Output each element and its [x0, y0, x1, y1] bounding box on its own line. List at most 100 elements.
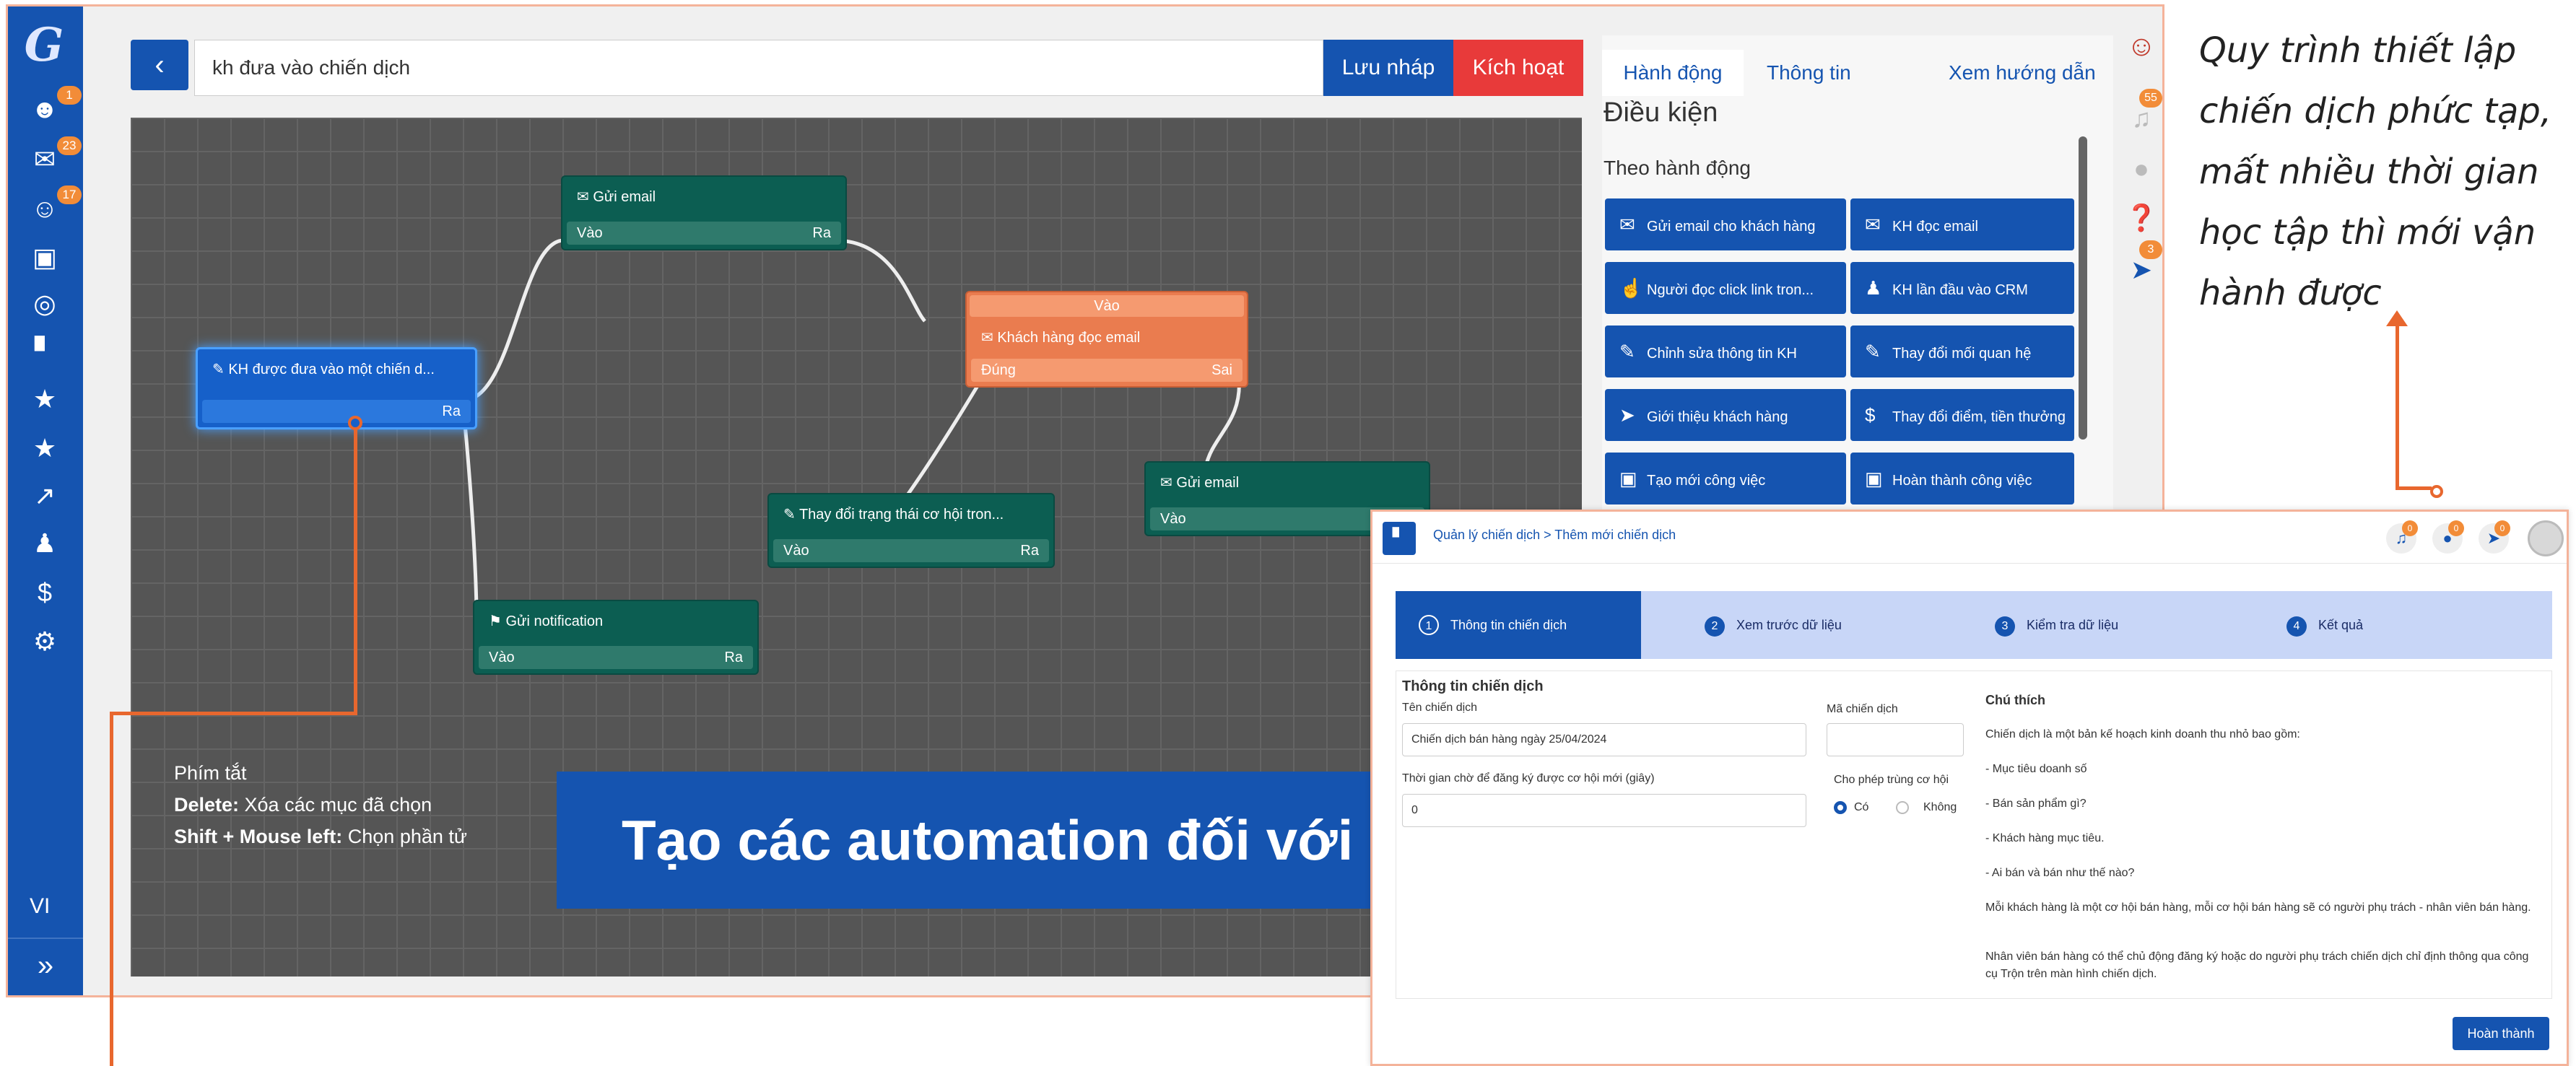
action-click-link[interactable]: ☝ Người đọc click link tron... [1605, 262, 1846, 314]
note-line: Chiến dịch là một bản kế hoạch kinh doan… [1985, 728, 2300, 740]
wait-time-field[interactable]: 0 [1402, 794, 1806, 827]
annotation-pointer-line [110, 712, 357, 715]
annotation-text: Quy trình thiết lập chiến dịch phức tạp,… [2199, 30, 2552, 313]
sidebar-user-icon[interactable]: ☻ 1 [27, 86, 82, 125]
action-refer-customer[interactable]: ➤ Giới thiệu khách hàng [1605, 389, 1846, 441]
badge: 0 [2448, 520, 2464, 536]
annotation-pointer-line [110, 712, 113, 1066]
connector-email-read [834, 238, 926, 323]
wait-label: Thời gian chờ để đăng ký được cơ hội mới… [1402, 772, 1655, 785]
chat-icon[interactable]: ● [2123, 151, 2159, 187]
node-send-email-1[interactable]: ✉ Gửi email Vào Ra [561, 175, 847, 250]
sidebar-dollar-icon[interactable]: $ [27, 577, 63, 608]
sidebar-facebook-icon[interactable]: ▣ [27, 242, 63, 274]
sidebar-users-icon[interactable]: ☺ 17 [27, 185, 82, 224]
campaign-code-field[interactable] [1827, 723, 1964, 756]
sidebar: G ☻ 1 ✉ 23 ☺ 17 ▣ ◎ ▘ ★ ★ ↗ ♟ $ ⚙ VI » [8, 6, 83, 995]
code-label: Mã chiến dịch [1827, 703, 1898, 715]
annotation-pointer-line [2396, 486, 2432, 490]
campaign-name-input[interactable]: kh đưa vào chiến dịch [194, 40, 1323, 96]
radio-yes[interactable] [1834, 801, 1847, 814]
action-edit-customer[interactable]: ✎ Chỉnh sửa thông tin KH [1605, 326, 1846, 377]
action-read-email[interactable]: ✉ KH đọc email [1850, 198, 2074, 250]
sidebar-cart-icon[interactable]: ▘ [27, 336, 63, 367]
tab-guide[interactable]: Xem hướng dẫn [1949, 50, 2096, 96]
sidebar-gear-icon[interactable]: ⚙ [27, 626, 63, 657]
radio-no[interactable] [1896, 801, 1909, 814]
finish-button[interactable]: Hoàn thành [2453, 1017, 2549, 1050]
cursor-icon: ➤ [1619, 404, 1635, 426]
node-change-status[interactable]: ✎ Thay đổi trạng thái cơ hội tron... Vào… [767, 493, 1055, 568]
action-new-task[interactable]: ▣ Tạo mới công việc [1605, 453, 1846, 504]
panel-title: Điều kiện [1604, 97, 1718, 128]
pointer-icon: ☝ [1619, 277, 1643, 299]
node-ports: Vào Ra [773, 539, 1049, 562]
sidebar-badge: 23 [57, 136, 82, 155]
help-icon[interactable]: ❓ [2123, 200, 2159, 236]
step-check-data[interactable]: 3 Kiểm tra dữ liệu [1995, 591, 2118, 659]
language-switch[interactable]: VI [30, 894, 50, 919]
node-title: ✎ Thay đổi trạng thái cơ hội tron... [783, 507, 1004, 523]
mail-open-icon: ✉ [981, 330, 998, 346]
tab-info[interactable]: Thông tin [1767, 50, 1851, 96]
rocket-icon[interactable]: ➤ 0 [2479, 520, 2510, 554]
sidebar-badge: 1 [57, 86, 82, 105]
sidebar-team-icon[interactable]: ♟ [27, 528, 63, 559]
node-in-port: Vào [970, 295, 1244, 317]
rocket-icon[interactable]: ➤ 3 [2123, 240, 2162, 288]
duplicate-label: Cho phép trùng cơ hội [1834, 774, 1949, 786]
node-ports: Vào Ra [479, 646, 753, 669]
cart-icon[interactable]: ▘ [1383, 522, 1416, 555]
tab-actions[interactable]: Hành động [1602, 50, 1744, 96]
back-button[interactable]: ‹ [131, 40, 188, 90]
edit-icon: ✎ [783, 507, 799, 523]
sidebar-target-icon[interactable]: ◎ [27, 288, 63, 320]
bell-icon[interactable]: ♫ 55 [2123, 89, 2162, 136]
node-title: ✉ Khách hàng đọc email [981, 330, 1141, 346]
briefcase-icon: ▣ [1619, 468, 1637, 489]
avatar[interactable] [2528, 520, 2564, 556]
sidebar-network-icon[interactable]: ★ [27, 383, 63, 415]
step-preview-data[interactable]: 2 Xem trước dữ liệu [1705, 591, 1842, 659]
node-ports: Ra [202, 400, 471, 423]
campaign-name-field[interactable]: Chiến dịch bán hàng ngày 25/04/2024 [1402, 723, 1806, 756]
action-complete-task[interactable]: ▣ Hoàn thành công việc [1850, 453, 2074, 504]
step-result[interactable]: 4 Kết quả [2286, 591, 2363, 659]
sidebar-chart-icon[interactable]: ↗ [27, 480, 63, 512]
badge: 0 [2494, 520, 2510, 536]
panel-scrollbar[interactable] [2079, 136, 2087, 440]
wizard-header: ▘ Quản lý chiến dịch > Thêm mới chiến dị… [1372, 512, 2567, 564]
sidebar-expand-button[interactable]: » [8, 938, 83, 991]
radio-yes-label: Có [1854, 801, 1869, 813]
action-send-email[interactable]: ✉ Gửi email cho khách hàng [1605, 198, 1846, 250]
node-customer-read-email[interactable]: Vào ✉ Khách hàng đọc email Đúng Sai [965, 291, 1248, 388]
node-title: ✉ Gửi email [1160, 475, 1240, 491]
bell-badge: 55 [2139, 89, 2162, 108]
action-first-crm[interactable]: ♟ KH lần đầu vào CRM [1850, 262, 2074, 314]
avatar-icon[interactable]: ☺ [2123, 28, 2159, 64]
shortcut-shift: Shift + Mouse left: Chọn phần tử [174, 826, 467, 847]
node-campaign-entry[interactable]: ✎ KH được đưa vào một chiến d... Ra [196, 347, 477, 429]
step-campaign-info[interactable]: 1 Thông tin chiến dịch [1396, 591, 1641, 659]
save-draft-button[interactable]: Lưu nháp [1323, 40, 1453, 96]
action-change-relation[interactable]: ✎ Thay đổi mối quan hệ [1850, 326, 2074, 377]
chat-icon[interactable]: ● 0 [2432, 520, 2464, 554]
node-send-notification[interactable]: ⚑ Gửi notification Vào Ra [473, 600, 759, 675]
sidebar-mail-icon[interactable]: ✉ 23 [27, 136, 82, 175]
sidebar-star-icon[interactable]: ★ [27, 432, 63, 464]
note-line: - Ai bán và bán như thế nào? [1985, 867, 2135, 879]
users-icon: ♟ [1865, 277, 1882, 299]
node-title: ✎ KH được đưa vào một chiến d... [212, 362, 435, 377]
activate-button[interactable]: Kích hoạt [1453, 40, 1583, 96]
campaign-form: Thông tin chiến dịch Tên chiến dịch Chiế… [1396, 670, 2552, 999]
action-change-points[interactable]: $ Thay đổi điểm, tiền thưởng [1850, 389, 2074, 441]
badge: 0 [2402, 520, 2418, 536]
note-line: - Bán sản phẩm gì? [1985, 798, 2087, 810]
node-title: ⚑ Gửi notification [489, 613, 604, 629]
shortcut-heading: Phím tắt [174, 762, 247, 784]
breadcrumb[interactable]: Quản lý chiến dịch > Thêm mới chiến dịch [1433, 528, 1676, 543]
bell-icon[interactable]: ♫ 0 [2386, 520, 2418, 554]
flag-icon: ⚑ [489, 613, 506, 629]
dollar-icon: $ [1865, 404, 1876, 426]
annotation-pointer-line [354, 426, 357, 715]
